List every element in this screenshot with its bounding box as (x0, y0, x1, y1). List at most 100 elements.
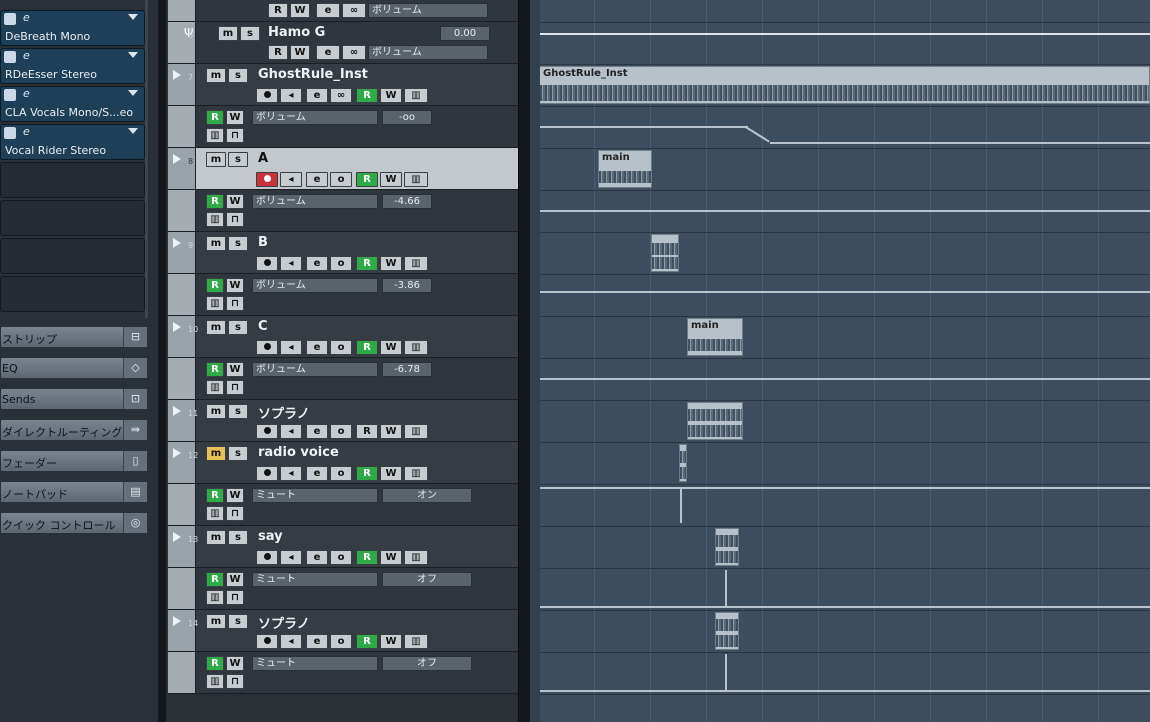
strip-icon[interactable]: ⊟ (123, 327, 147, 347)
lock-icon[interactable]: ⊓ (226, 506, 244, 521)
link-button[interactable]: ∞ (330, 88, 352, 103)
monitor-button[interactable]: ◂ (280, 172, 302, 187)
edit-button[interactable]: e (316, 45, 340, 60)
write-button[interactable]: W (290, 45, 310, 60)
lane-button[interactable]: ▥ (404, 88, 428, 103)
write-button[interactable]: W (226, 656, 244, 671)
write-button[interactable]: W (380, 634, 402, 649)
panel-divider[interactable] (158, 0, 166, 722)
monitor-button[interactable]: ◂ (280, 256, 302, 271)
automation-lane-volume[interactable]: R W ボリューム -4.66 ▥ ⊓ (168, 190, 518, 232)
automation-param[interactable]: ボリューム (252, 362, 378, 377)
track-say[interactable]: 13 m s say ◂ e o R W ▥ (168, 526, 518, 568)
lane-button[interactable]: ▥ (404, 550, 428, 565)
automation-value[interactable]: -3.86 (382, 278, 432, 293)
lane-button[interactable]: ▥ (404, 340, 428, 355)
monitor-input-button[interactable]: o (330, 256, 352, 271)
insert-slot-4[interactable]: e Vocal Rider Stereo (0, 124, 145, 160)
read-button[interactable]: R (356, 466, 378, 481)
edit-button[interactable]: e (306, 466, 328, 481)
automation-curve[interactable] (770, 142, 1150, 144)
monitor-input-button[interactable]: o (330, 340, 352, 355)
monitor-button[interactable]: ◂ (280, 466, 302, 481)
read-button[interactable]: R (206, 656, 224, 671)
audio-event-say[interactable] (715, 528, 739, 566)
expand-icon[interactable] (173, 238, 181, 248)
automation-curve[interactable] (532, 291, 1150, 293)
show-lanes-icon[interactable]: ▥ (206, 212, 224, 227)
solo-button[interactable]: s (228, 320, 248, 335)
automation-curve[interactable] (532, 606, 1150, 608)
power-icon[interactable] (4, 13, 16, 25)
insert-slot-3[interactable]: e CLA Vocals Mono/S...eo (0, 86, 145, 122)
edit-button[interactable]: e (306, 550, 328, 565)
empty-insert-slot[interactable] (0, 276, 145, 312)
write-button[interactable]: W (226, 572, 244, 587)
write-button[interactable]: W (380, 424, 402, 439)
power-icon[interactable] (4, 127, 16, 139)
mute-button[interactable]: m (206, 68, 226, 83)
monitor-input-button[interactable]: o (330, 466, 352, 481)
record-button[interactable] (256, 256, 278, 271)
audio-event-soprano[interactable] (687, 402, 743, 440)
section-quick-controls[interactable]: クイック コントロール ◎ (0, 512, 148, 534)
eq-icon[interactable]: ◇ (123, 358, 147, 378)
track-name[interactable]: A (258, 151, 268, 166)
edit-icon[interactable]: e (23, 49, 30, 62)
power-icon[interactable] (4, 89, 16, 101)
edit-button[interactable]: e (306, 172, 328, 187)
edit-button[interactable]: e (316, 3, 340, 18)
empty-insert-slot[interactable] (0, 200, 145, 236)
audio-event-main-c[interactable]: main (687, 318, 743, 356)
automation-param[interactable]: ミュート (252, 656, 378, 671)
read-button[interactable]: R (206, 278, 224, 293)
audio-event-ghostrule[interactable]: GhostRule_Inst (539, 66, 1150, 104)
read-button[interactable]: R (356, 340, 378, 355)
monitor-input-button[interactable]: o (330, 424, 352, 439)
lock-icon[interactable]: ⊓ (226, 380, 244, 395)
automation-curve[interactable] (532, 210, 1150, 212)
expand-icon[interactable] (173, 322, 181, 332)
expand-icon[interactable] (173, 448, 181, 458)
automation-lane-volume[interactable]: R W ボリューム -6.78 ▥ ⊓ (168, 358, 518, 400)
automation-curve[interactable] (532, 690, 1150, 692)
empty-insert-slot[interactable] (0, 162, 145, 198)
track-soprano-2[interactable]: 14 m s ソプラノ ◂ e o R W ▥ (168, 610, 518, 652)
write-button[interactable]: W (380, 256, 402, 271)
write-button[interactable]: W (380, 550, 402, 565)
write-button[interactable]: W (226, 362, 244, 377)
write-button[interactable]: W (226, 110, 244, 125)
write-button[interactable]: W (380, 340, 402, 355)
audio-event-b[interactable] (651, 234, 679, 272)
track-name[interactable]: B (258, 235, 268, 250)
track-ghostrule-inst[interactable]: 7 m s GhostRule_Inst ◂ e ∞ R W ▥ (168, 64, 518, 106)
show-lanes-icon[interactable]: ▥ (206, 296, 224, 311)
audio-event-main-a[interactable]: main (598, 150, 652, 188)
lock-icon[interactable]: ⊓ (226, 674, 244, 689)
read-button[interactable]: R (268, 3, 288, 18)
lane-button[interactable]: ▥ (404, 466, 428, 481)
automation-lane[interactable]: R W e ∞ ボリューム (168, 0, 518, 22)
automation-param[interactable]: ミュート (252, 572, 378, 587)
read-button[interactable]: R (356, 550, 378, 565)
lock-icon[interactable]: ⊓ (226, 212, 244, 227)
routing-icon[interactable]: ⇛ (123, 420, 147, 440)
monitor-input-button[interactable]: o (330, 172, 352, 187)
track-soprano-1[interactable]: 11 m s ソプラノ ◂ e o R W ▥ (168, 400, 518, 442)
project-event-display[interactable]: GhostRule_Inst main main (530, 0, 1150, 722)
monitor-button[interactable]: ◂ (280, 424, 302, 439)
section-direct-routing[interactable]: ダイレクトルーティング ⇛ (0, 419, 148, 441)
record-button[interactable] (256, 424, 278, 439)
section-notepad[interactable]: ノートパッド ▤ (0, 481, 148, 503)
show-lanes-icon[interactable]: ▥ (206, 506, 224, 521)
show-lanes-icon[interactable]: ▥ (206, 590, 224, 605)
audio-event-soprano-2[interactable] (715, 612, 739, 650)
sends-icon[interactable]: ⊡ (123, 389, 147, 409)
monitor-input-button[interactable]: o (330, 550, 352, 565)
lane-button[interactable]: ▥ (404, 256, 428, 271)
expand-icon[interactable] (173, 532, 181, 542)
monitor-button[interactable]: ◂ (280, 340, 302, 355)
dropdown-icon[interactable] (128, 128, 138, 134)
read-button[interactable]: R (356, 424, 378, 439)
read-button[interactable]: R (206, 362, 224, 377)
